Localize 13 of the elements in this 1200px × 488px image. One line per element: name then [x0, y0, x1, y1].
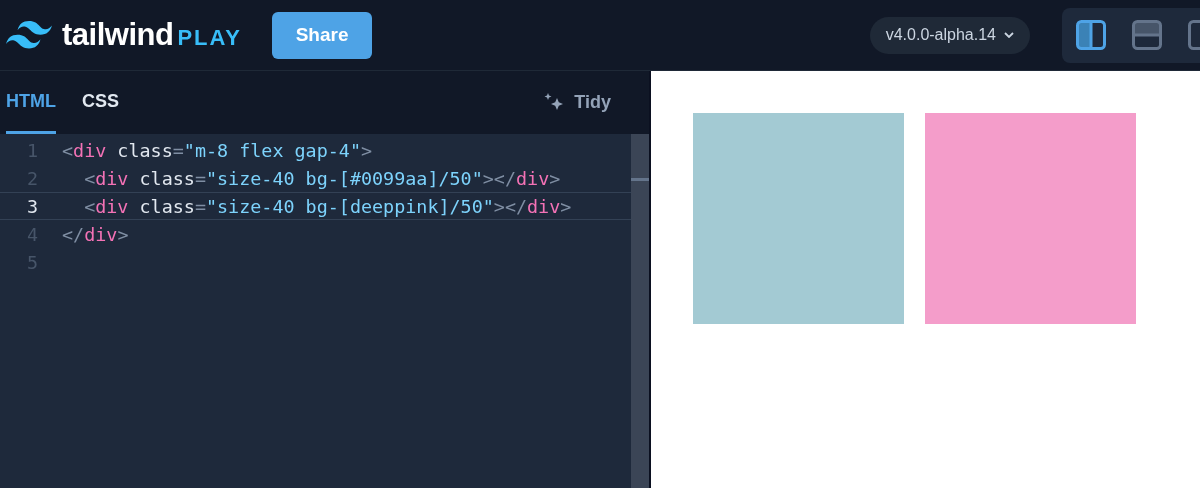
- tidy-button[interactable]: Tidy: [536, 71, 617, 134]
- logo-suffix: PLAY: [177, 25, 243, 51]
- version-select[interactable]: v4.0.0-alpha.14: [869, 16, 1030, 54]
- scrollbar[interactable]: [631, 134, 649, 488]
- code-line: 3 <div class="size-40 bg-[deeppink]/50"></div>: [0, 192, 631, 220]
- layout-button[interactable]: [1132, 20, 1162, 50]
- layout-button[interactable]: [1076, 20, 1106, 50]
- columns-layout-icon: [1076, 20, 1106, 50]
- logo-icon: [6, 21, 52, 49]
- editor-tab[interactable]: CSS: [82, 71, 119, 134]
- rows-layout-icon: [1132, 20, 1162, 50]
- logo-text: tailwind: [62, 17, 174, 53]
- chevron-down-icon: [1004, 32, 1014, 38]
